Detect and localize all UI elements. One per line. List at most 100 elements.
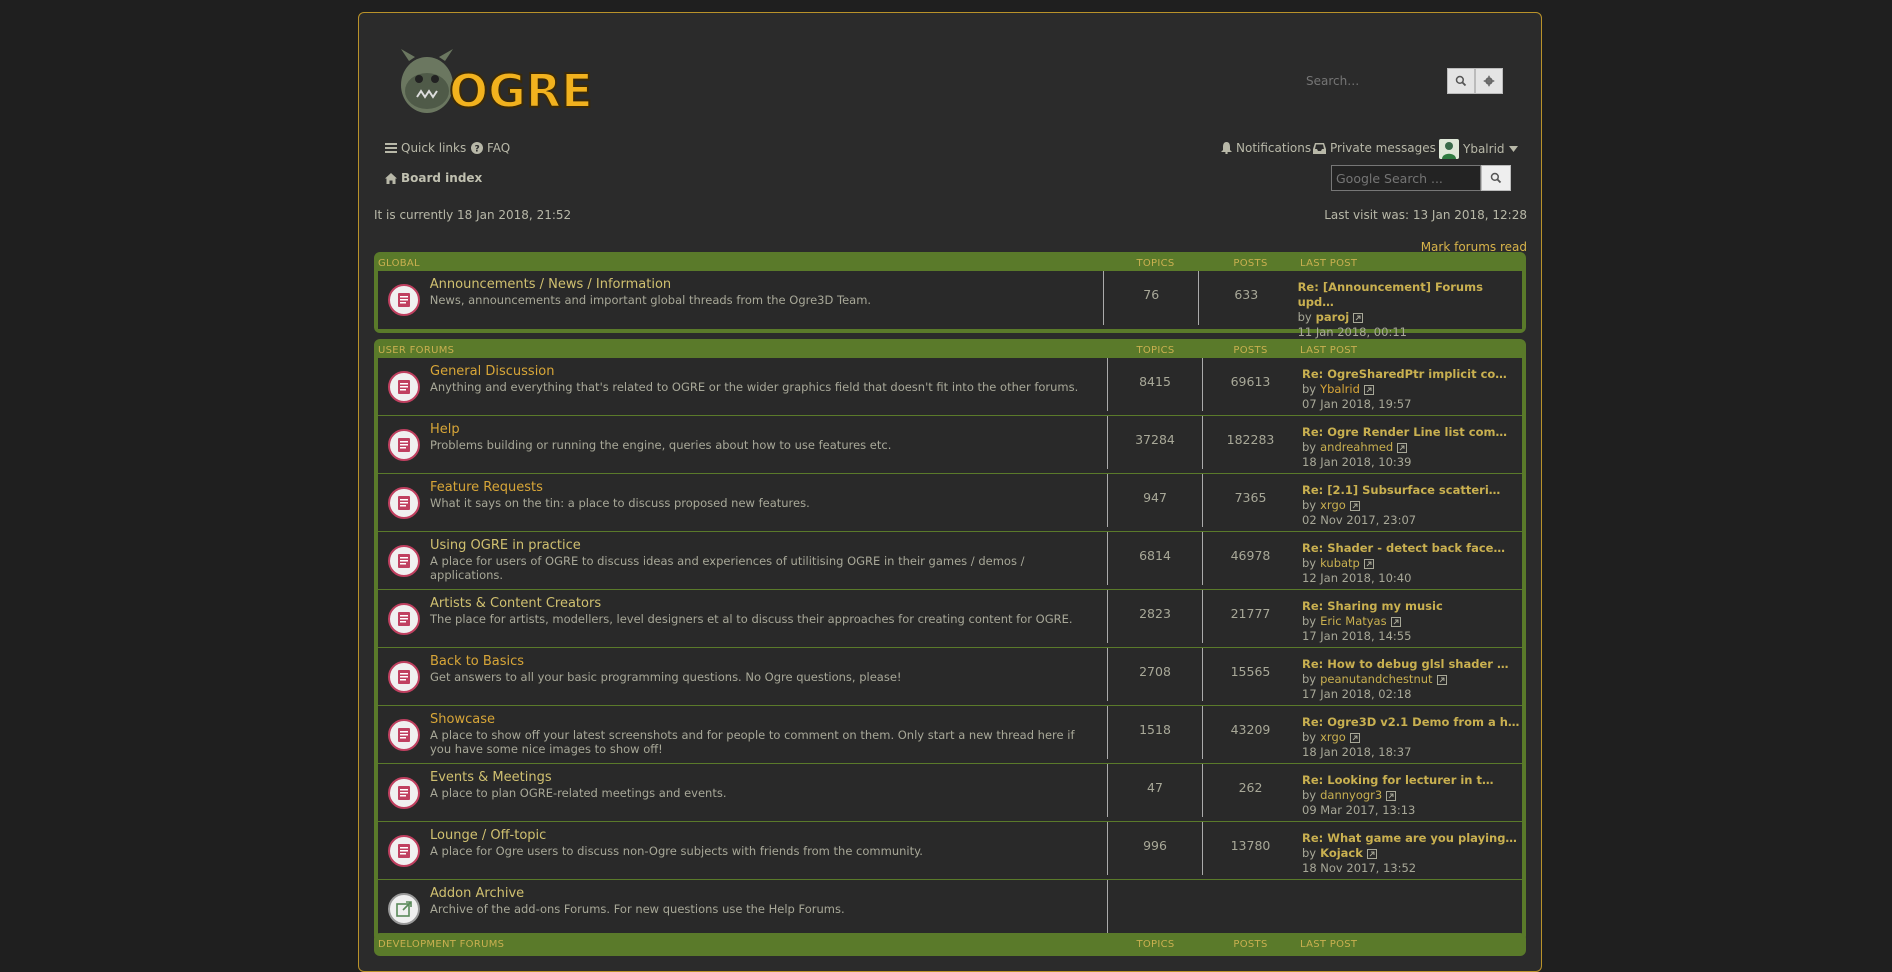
site-logo[interactable]: OGRE xyxy=(387,41,607,123)
forum-title-link[interactable]: Lounge / Off-topic xyxy=(430,828,1107,843)
notifications-link[interactable]: Notifications xyxy=(1221,141,1311,155)
last-post-title-link[interactable]: Re: Looking for lecturer in t… xyxy=(1302,773,1494,788)
forum-status-icon xyxy=(378,648,430,705)
home-icon xyxy=(385,172,397,184)
last-post-username-link[interactable]: xrgo xyxy=(1320,498,1346,513)
forum-title-link[interactable]: Feature Requests xyxy=(430,480,1107,495)
inbox-icon xyxy=(1313,142,1326,154)
last-post-title-link[interactable]: Re: Ogre Render Line list com… xyxy=(1302,425,1507,440)
category-title[interactable]: USER FORUMS xyxy=(378,345,1108,356)
forum-row: Addon Archive Archive of the add-ons Foru… xyxy=(378,880,1522,938)
last-post-title-link[interactable]: Re: What game are you playing… xyxy=(1302,831,1517,846)
forum-info: Using OGRE in practice A place for users … xyxy=(430,532,1108,585)
forum-title-link[interactable]: Addon Archive xyxy=(430,886,1107,901)
document-icon xyxy=(398,379,410,394)
forum-category: GLOBAL TOPICS POSTS LAST POST Announcements … xyxy=(374,252,1526,339)
last-post-title-link[interactable]: Re: OgreSharedPtr implicit co… xyxy=(1302,367,1507,382)
category-title[interactable]: GLOBAL xyxy=(378,258,1108,269)
search-input[interactable] xyxy=(1299,68,1447,94)
forum-row: Back to Basics Get answers to all your ba… xyxy=(378,648,1522,706)
last-post-username-link[interactable]: paroj xyxy=(1316,310,1350,325)
forum-title-link[interactable]: Events & Meetings xyxy=(430,770,1107,785)
forum-title-link[interactable]: General Discussion xyxy=(430,364,1107,379)
view-latest-post-icon[interactable] xyxy=(1436,674,1447,685)
by-label: by xyxy=(1302,672,1317,686)
forum-info: Help Problems building or running the eng… xyxy=(430,416,1108,469)
quick-links-menu[interactable]: Quick links xyxy=(385,141,466,155)
forum-read-icon xyxy=(388,370,420,403)
google-search-button[interactable] xyxy=(1481,165,1511,191)
search-button[interactable] xyxy=(1447,68,1475,94)
private-messages-link[interactable]: Private messages xyxy=(1313,141,1436,155)
menu-icon xyxy=(385,143,397,153)
last-post: Re: Ogre3D v2.1 Demo from a h… by xrgo 18 J… xyxy=(1298,706,1519,763)
last-post-author: by Eric Matyas xyxy=(1302,614,1443,629)
column-topics: TOPICS xyxy=(1136,257,1175,269)
view-latest-post-icon[interactable] xyxy=(1353,312,1364,323)
forum-description: The place for artists, modellers, level … xyxy=(430,612,1073,626)
document-icon xyxy=(397,293,410,307)
breadcrumb[interactable]: Board index xyxy=(385,171,482,185)
topics-count: 47 xyxy=(1108,764,1203,817)
forum-title-link[interactable]: Help xyxy=(430,422,1107,437)
forum-info: Artists & Content Creators The place for … xyxy=(430,590,1108,643)
forum-row: Using OGRE in practice A place for users … xyxy=(378,532,1522,590)
forum-description: A place for Ogre users to discuss non-Og… xyxy=(430,844,923,858)
view-latest-post-icon[interactable] xyxy=(1349,500,1360,511)
last-post-username-link[interactable]: Kojack xyxy=(1320,846,1363,861)
topics-count: 996 xyxy=(1108,822,1203,875)
view-latest-post-icon[interactable] xyxy=(1363,384,1374,395)
view-latest-post-icon[interactable] xyxy=(1366,848,1377,859)
forum-title-link[interactable]: Using OGRE in practice xyxy=(430,538,1107,553)
forum-read-icon xyxy=(388,776,420,809)
forum-read-icon xyxy=(388,428,420,461)
last-post-date: 07 Jan 2018, 19:57 xyxy=(1302,397,1412,411)
forum-description: What it says on the tin: a place to disc… xyxy=(430,496,810,510)
last-post-author: by Ybalrid xyxy=(1302,382,1507,397)
faq-link[interactable]: ? FAQ xyxy=(471,141,510,155)
forum-title-link[interactable]: Back to Basics xyxy=(430,654,1107,669)
document-icon xyxy=(398,669,410,684)
topics-count: 2823 xyxy=(1108,590,1203,643)
view-latest-post-icon[interactable] xyxy=(1363,558,1374,569)
forum-info: Events & Meetings A place to plan OGRE-re… xyxy=(430,764,1108,817)
last-post-username-link[interactable]: xrgo xyxy=(1320,730,1346,745)
external-link-icon xyxy=(396,901,412,917)
last-post-username-link[interactable]: Ybalrid xyxy=(1320,382,1360,397)
last-post-username-link[interactable]: andreahmed xyxy=(1320,440,1393,455)
forum-title-link[interactable]: Showcase xyxy=(430,712,1107,727)
forum-row: Showcase A place to show off your latest … xyxy=(378,706,1522,764)
category-title[interactable]: DEVELOPMENT FORUMS xyxy=(378,939,1108,950)
advanced-search-button[interactable] xyxy=(1475,68,1503,94)
google-search-input[interactable] xyxy=(1331,165,1481,191)
by-label: by xyxy=(1302,382,1317,396)
last-post-username-link[interactable]: Eric Matyas xyxy=(1320,614,1387,629)
last-post-username-link[interactable]: dannyogr3 xyxy=(1320,788,1382,803)
last-post-title-link[interactable]: Re: Shader - detect back face… xyxy=(1302,541,1505,556)
user-menu[interactable]: Ybalrid xyxy=(1439,139,1518,159)
last-post-title-link[interactable]: Re: Sharing my music xyxy=(1302,599,1443,614)
chevron-down-icon xyxy=(1508,146,1518,152)
posts-count: 43209 xyxy=(1230,722,1271,737)
last-post-title-link[interactable]: Re: Ogre3D v2.1 Demo from a h… xyxy=(1302,715,1519,730)
posts-count: 15565 xyxy=(1230,664,1271,679)
last-post-title-link[interactable]: Re: How to debug glsl shader … xyxy=(1302,657,1508,672)
view-latest-post-icon[interactable] xyxy=(1349,732,1360,743)
last-post-username-link[interactable]: kubatp xyxy=(1320,556,1360,571)
view-latest-post-icon[interactable] xyxy=(1386,790,1397,801)
forum-info: Feature Requests What it says on the tin:… xyxy=(430,474,1108,527)
forum-read-icon xyxy=(388,660,420,693)
last-post: Re: Looking for lecturer in t… by dannyogr… xyxy=(1298,764,1494,821)
forum-row: Feature Requests What it says on the tin:… xyxy=(378,474,1522,532)
forum-info: Showcase A place to show off your latest … xyxy=(430,706,1108,759)
forum-description: Anything and everything that's related t… xyxy=(430,380,1079,394)
view-latest-post-icon[interactable] xyxy=(1397,442,1408,453)
view-latest-post-icon[interactable] xyxy=(1390,616,1401,627)
forum-title-link[interactable]: Announcements / News / Information xyxy=(430,277,1104,292)
last-post: Re: Shader - detect back face… by kubatp 12… xyxy=(1298,532,1505,589)
last-post-username-link[interactable]: peanutandchestnut xyxy=(1320,672,1432,687)
forum-title-link[interactable]: Artists & Content Creators xyxy=(430,596,1107,611)
last-post-title-link[interactable]: Re: [Announcement] Forums upd… xyxy=(1298,280,1522,310)
last-post-title-link[interactable]: Re: [2.1] Subsurface scatteri… xyxy=(1302,483,1500,498)
forum-description: A place to plan OGRE-related meetings an… xyxy=(430,786,727,800)
